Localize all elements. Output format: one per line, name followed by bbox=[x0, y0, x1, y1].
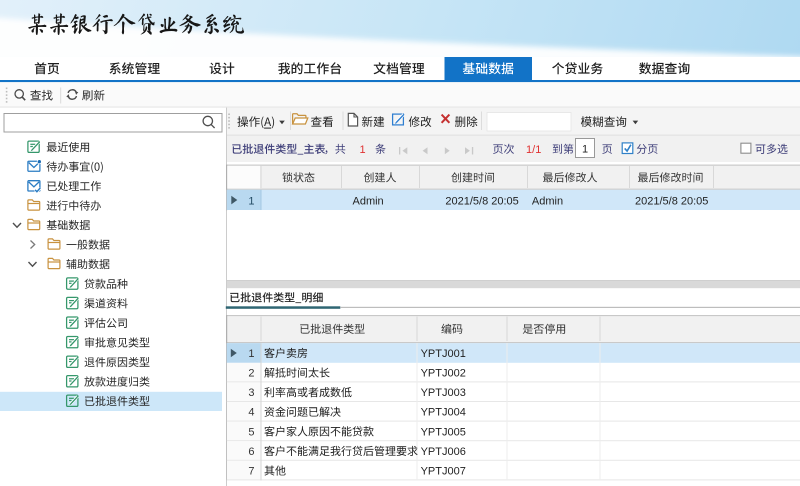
svg-text:2021/5/8 20:05: 2021/5/8 20:05 bbox=[635, 196, 708, 208]
svg-text:Admin: Admin bbox=[353, 196, 384, 208]
svg-text:2: 2 bbox=[248, 368, 254, 380]
svg-text:4: 4 bbox=[248, 407, 254, 419]
svg-text:2021/5/8 20:05: 2021/5/8 20:05 bbox=[445, 196, 518, 208]
svg-text:YPTJ007: YPTJ007 bbox=[421, 466, 466, 478]
svg-text:Admin: Admin bbox=[532, 196, 563, 208]
svg-text:1: 1 bbox=[359, 144, 365, 156]
svg-text:5: 5 bbox=[248, 426, 254, 438]
svg-text:3: 3 bbox=[248, 387, 254, 399]
svg-text:YPTJ005: YPTJ005 bbox=[421, 426, 466, 438]
svg-text:YPTJ004: YPTJ004 bbox=[421, 407, 466, 419]
svg-text:1: 1 bbox=[582, 144, 588, 156]
svg-text:6: 6 bbox=[248, 446, 254, 458]
svg-text:1: 1 bbox=[248, 196, 254, 208]
svg-text:1/1: 1/1 bbox=[526, 144, 541, 156]
svg-text:YPTJ003: YPTJ003 bbox=[421, 387, 466, 399]
svg-text:7: 7 bbox=[248, 466, 254, 478]
svg-text:YPTJ001: YPTJ001 bbox=[421, 348, 466, 360]
svg-text:YPTJ006: YPTJ006 bbox=[421, 446, 466, 458]
svg-text:YPTJ002: YPTJ002 bbox=[421, 368, 466, 380]
svg-text:1: 1 bbox=[248, 348, 254, 360]
